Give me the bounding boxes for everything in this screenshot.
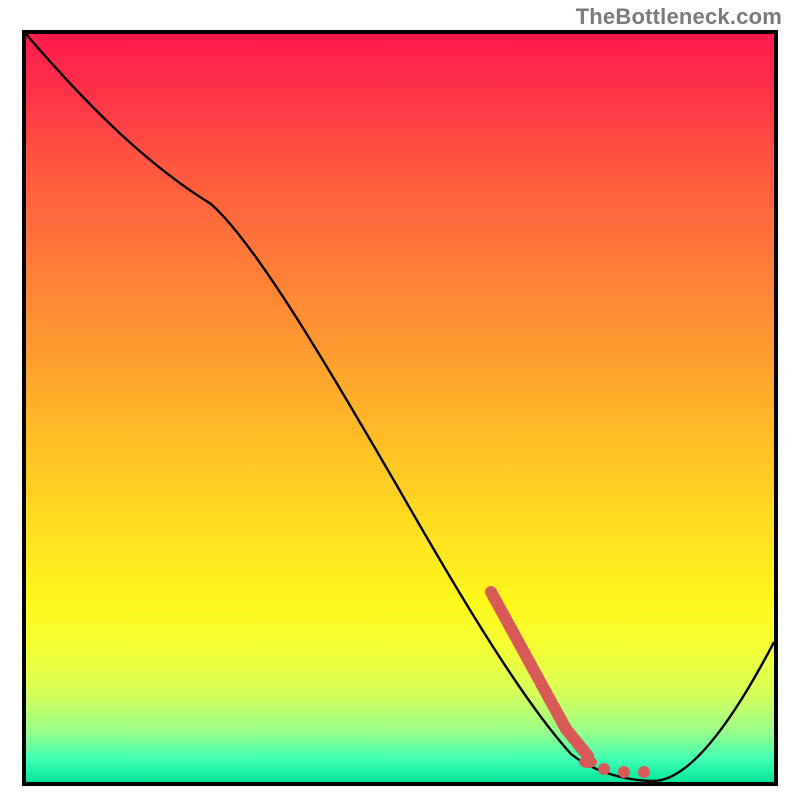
highlight-segment-group <box>491 592 650 778</box>
highlight-dot-1 <box>598 763 610 775</box>
highlight-dot-3 <box>638 766 650 778</box>
chart-svg-layer <box>26 34 774 782</box>
attribution-text: TheBottleneck.com <box>576 4 782 30</box>
bottleneck-curve-line <box>26 34 774 781</box>
highlight-dot-2 <box>618 766 630 778</box>
chart-plot-area <box>22 30 778 786</box>
highlight-dash-1 <box>579 756 597 768</box>
